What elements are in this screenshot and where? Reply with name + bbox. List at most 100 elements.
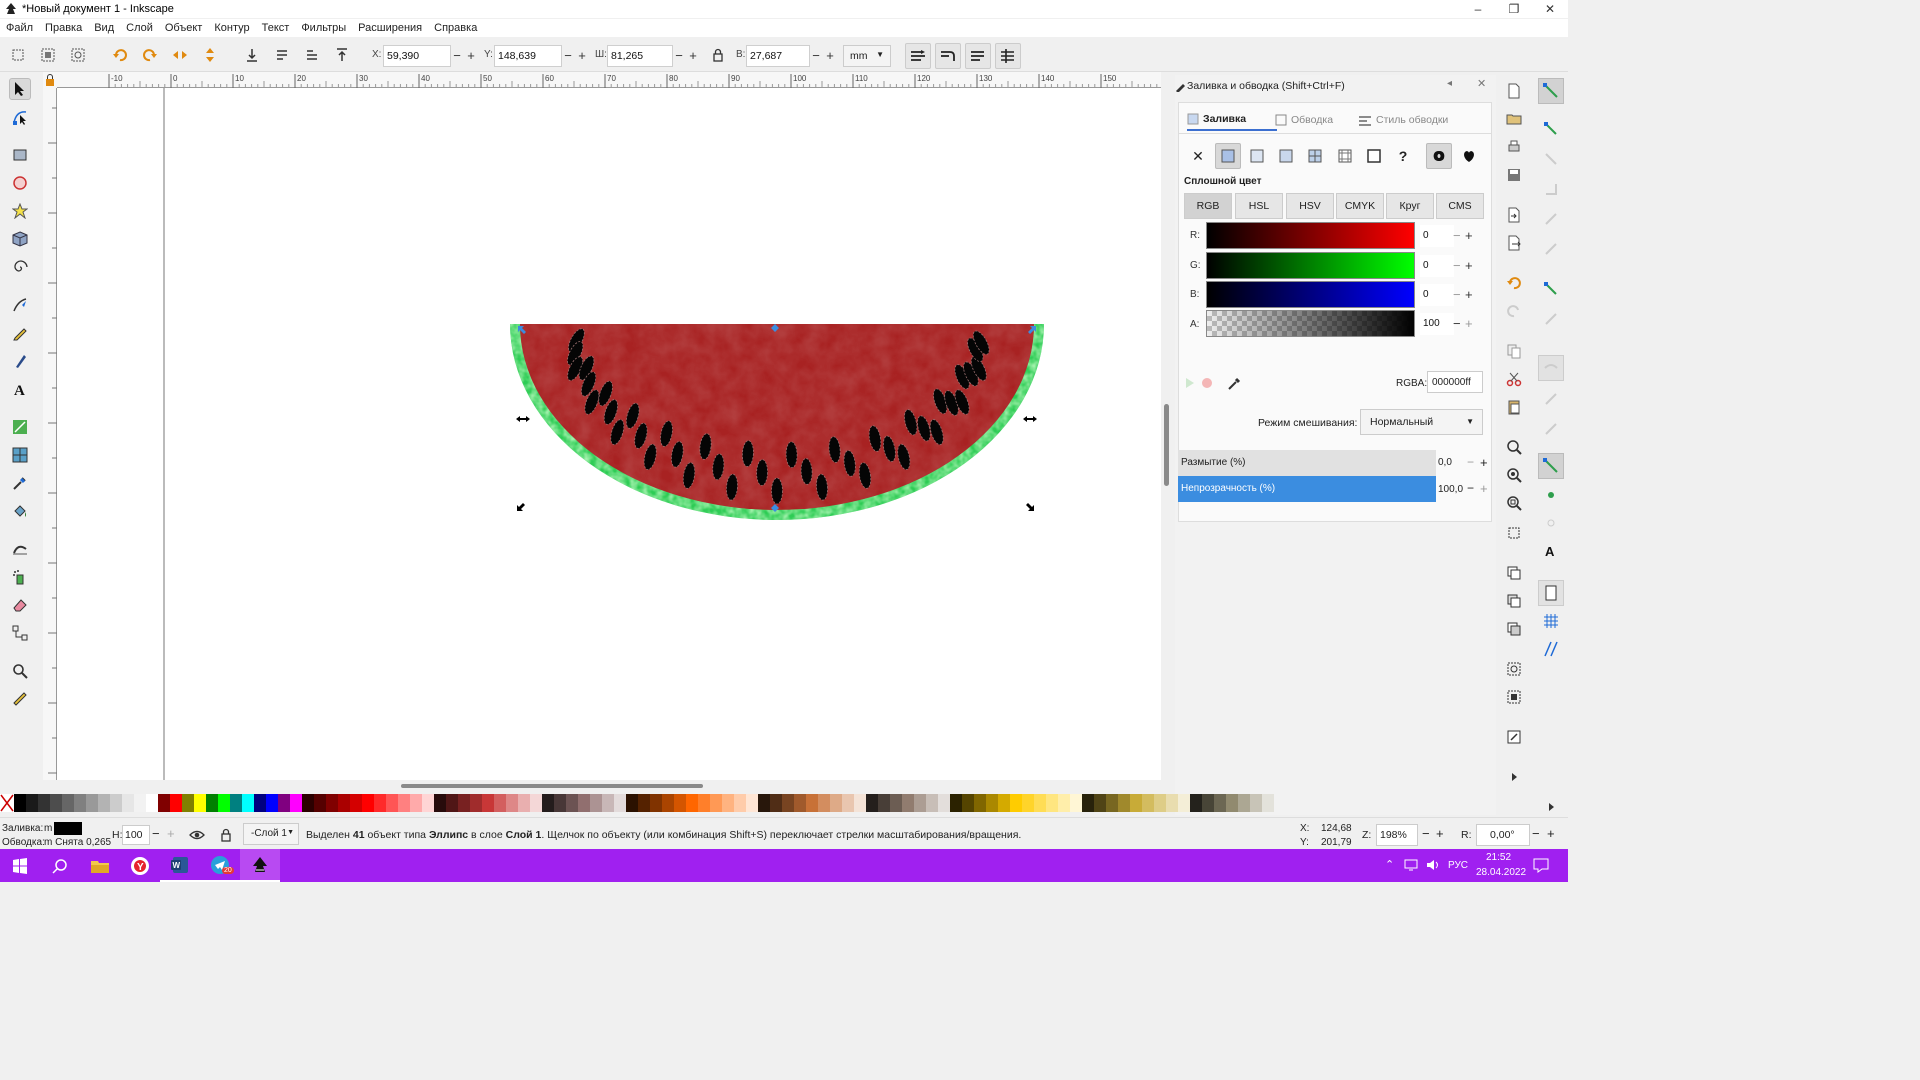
maximize-button[interactable]: ❐ [1496, 0, 1532, 18]
menu-layer[interactable]: Слой [120, 22, 159, 34]
duplicate-icon[interactable] [1506, 565, 1522, 581]
spiral-tool[interactable] [9, 256, 31, 278]
lower-to-bottom-icon[interactable] [244, 47, 260, 63]
chevron-right-icon[interactable] [1543, 799, 1559, 815]
palette-swatch[interactable] [1082, 794, 1094, 812]
opacity-value[interactable]: 100,0 [1438, 484, 1463, 495]
tab-stroke-style[interactable]: Стиль обводки [1358, 109, 1468, 131]
layer-select[interactable]: -Слой 1 ▼ [243, 823, 299, 845]
palette-swatch[interactable] [170, 794, 182, 812]
zoom-decrement[interactable]: − [1422, 826, 1430, 841]
palette-swatch[interactable] [74, 794, 86, 812]
rotation-increment[interactable]: + [1547, 826, 1555, 841]
x-field[interactable]: 59,390 [383, 45, 451, 67]
import-icon[interactable] [1506, 207, 1522, 223]
pencil-tool[interactable] [9, 322, 31, 344]
palette-swatch[interactable] [122, 794, 134, 812]
palette-swatch[interactable] [722, 794, 734, 812]
flat-color-button[interactable] [1215, 143, 1241, 169]
palette-swatch[interactable] [770, 794, 782, 812]
taskbar-yandex-browser[interactable]: Y [120, 849, 160, 882]
transform-gradient-button[interactable] [965, 43, 991, 69]
raise-icon[interactable] [304, 47, 320, 63]
transform-pattern-button[interactable] [995, 43, 1021, 69]
palette-swatch[interactable] [350, 794, 362, 812]
notifications-icon[interactable] [1533, 858, 1549, 873]
palette-swatch[interactable] [410, 794, 422, 812]
palette-swatch[interactable] [1034, 794, 1046, 812]
palette-swatch[interactable] [422, 794, 434, 812]
palette-swatch[interactable] [206, 794, 218, 812]
no-color-swatch[interactable] [0, 794, 14, 812]
radial-gradient-button[interactable] [1273, 143, 1299, 169]
select-all-icon[interactable] [10, 47, 26, 63]
opacity-decrement-button[interactable]: − [1467, 481, 1474, 495]
palette-swatch[interactable] [182, 794, 194, 812]
blue-decrement-button[interactable]: − [1453, 287, 1461, 302]
cut-icon[interactable] [1506, 371, 1522, 387]
palette-swatch[interactable] [326, 794, 338, 812]
mesh-gradient-button[interactable] [1302, 143, 1328, 169]
palette-swatch[interactable] [338, 794, 350, 812]
unset-paint-button[interactable]: ? [1390, 143, 1416, 169]
lower-icon[interactable] [274, 47, 290, 63]
scale-handle-w[interactable] [516, 416, 530, 422]
green-value[interactable]: 0 [1420, 255, 1454, 277]
alpha-slider[interactable] [1206, 310, 1415, 337]
red-slider[interactable] [1206, 222, 1415, 249]
snap-bbox-center-icon[interactable] [1543, 241, 1559, 257]
green-slider[interactable] [1206, 252, 1415, 279]
palette-swatch[interactable] [782, 794, 794, 812]
flip-vertical-icon[interactable] [202, 47, 218, 63]
palette-swatch[interactable] [662, 794, 674, 812]
palette-swatch[interactable] [110, 794, 122, 812]
palette-swatch[interactable] [434, 794, 446, 812]
eraser-tool[interactable] [9, 594, 31, 616]
red-value[interactable]: 0 [1420, 225, 1454, 247]
open-folder-icon[interactable] [1506, 111, 1522, 127]
palette-swatch[interactable] [614, 794, 626, 812]
palette-swatch[interactable] [902, 794, 914, 812]
rgba-field[interactable]: 000000ff [1427, 371, 1483, 393]
alpha-value[interactable]: 100 [1420, 313, 1454, 335]
palette-swatch[interactable] [806, 794, 818, 812]
raise-to-top-icon[interactable] [334, 47, 350, 63]
gradient-tool[interactable] [9, 416, 31, 438]
panel-dock-button[interactable]: ◂ [1447, 78, 1452, 89]
palette-swatch[interactable] [566, 794, 578, 812]
xml-editor-icon[interactable] [1506, 729, 1522, 745]
menu-file[interactable]: Файл [0, 22, 39, 34]
palette-swatch[interactable] [734, 794, 746, 812]
no-paint-button[interactable]: ✕ [1185, 143, 1211, 169]
palette-swatch[interactable] [1202, 794, 1214, 812]
unit-select[interactable]: mm ▼ [843, 45, 891, 67]
blue-value[interactable]: 0 [1420, 284, 1454, 306]
palette-swatch[interactable] [146, 794, 158, 812]
opacity-increment-button[interactable]: + [1480, 481, 1488, 496]
search-button[interactable] [40, 849, 80, 882]
snap-rotation-center-icon[interactable] [1543, 515, 1559, 531]
palette-swatch[interactable] [242, 794, 254, 812]
palette-swatch[interactable] [1190, 794, 1202, 812]
palette-swatch[interactable] [542, 794, 554, 812]
mode-rgb-button[interactable]: RGB [1184, 193, 1232, 219]
taskbar-inkscape[interactable] [240, 849, 280, 882]
mode-cmyk-button[interactable]: CMYK [1336, 193, 1384, 219]
palette-swatch[interactable] [602, 794, 614, 812]
rectangle-tool[interactable] [9, 144, 31, 166]
rotate-ccw-icon[interactable] [112, 47, 128, 63]
minimize-button[interactable]: – [1460, 0, 1496, 18]
linear-gradient-button[interactable] [1244, 143, 1270, 169]
3d-box-tool[interactable] [9, 228, 31, 250]
select-all-layers-icon[interactable] [40, 47, 56, 63]
palette-swatch[interactable] [458, 794, 470, 812]
palette-swatch[interactable] [938, 794, 950, 812]
snap-page-border-button[interactable] [1538, 580, 1564, 606]
menu-edit[interactable]: Правка [39, 22, 88, 34]
flip-horizontal-icon[interactable] [172, 47, 188, 63]
snap-cusp-icon[interactable] [1543, 391, 1559, 407]
save-icon[interactable] [1506, 167, 1522, 183]
y-increment-button[interactable]: + [576, 48, 588, 63]
palette-swatch[interactable] [1238, 794, 1250, 812]
deselect-icon[interactable] [70, 47, 86, 63]
